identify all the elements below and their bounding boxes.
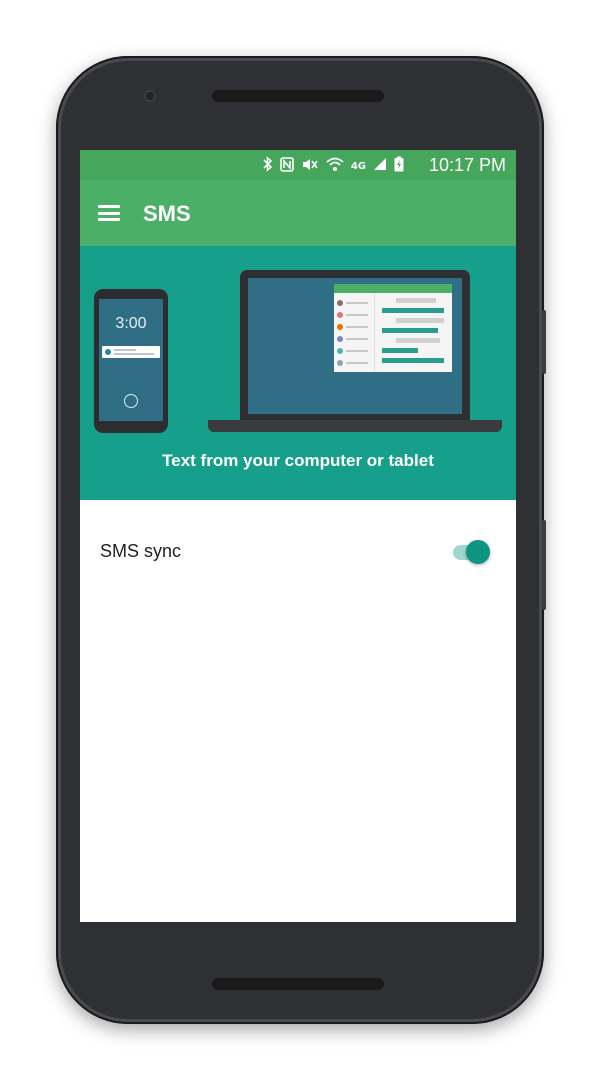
bluetooth-icon [263, 156, 273, 176]
bottom-speaker [212, 978, 384, 990]
hero-caption: Text from your computer or tablet [162, 451, 434, 470]
battery-charging-icon [394, 156, 404, 176]
signal-icon [373, 157, 387, 175]
status-bar: 4G 10:17 PM [80, 150, 516, 180]
laptop-base [208, 420, 502, 432]
power-button [542, 310, 546, 374]
phone-screen: 4G 10:17 PM SMS 3:00 Text from your comp… [80, 150, 516, 922]
home-circle-icon [124, 394, 138, 408]
sms-sync-label: SMS sync [100, 541, 182, 561]
phone-illustration-time: 3:00 [115, 315, 147, 332]
4g-signal-icon: 4G [350, 160, 366, 172]
web-app-window [334, 284, 452, 372]
sms-sync-switch[interactable] [466, 540, 490, 564]
app-bar: SMS [80, 180, 516, 246]
laptop-screen [248, 278, 462, 414]
vibrate-icon [301, 157, 319, 176]
status-time: 10:17 PM [428, 155, 506, 175]
sms-sync-row[interactable]: SMS sync [80, 520, 516, 586]
top-speaker [212, 90, 384, 102]
front-camera [146, 92, 154, 100]
volume-button [542, 520, 546, 610]
laptop-illustration [240, 270, 470, 420]
app-title: SMS [143, 201, 191, 226]
hamburger-menu-icon[interactable] [98, 205, 120, 221]
phone-illustration: 3:00 [94, 289, 168, 433]
phone-illustration-screen: 3:00 [99, 299, 163, 421]
status-icons: 4G [263, 156, 404, 176]
nfc-icon [280, 156, 294, 176]
wifi-icon [326, 157, 344, 176]
notification-card [102, 346, 160, 358]
hero-banner: 3:00 Text from your computer or tablet [80, 246, 516, 500]
